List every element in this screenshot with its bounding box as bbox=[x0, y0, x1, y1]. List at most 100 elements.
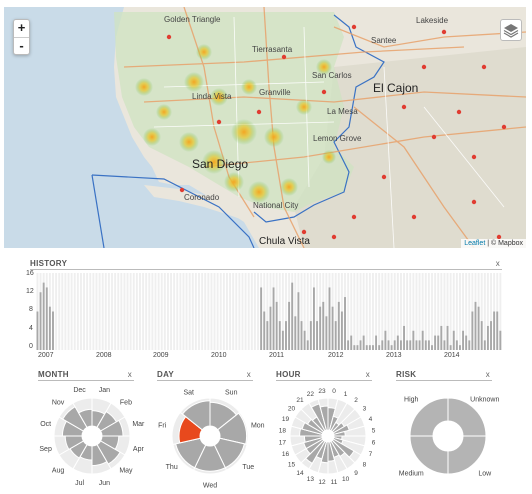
history-bar[interactable] bbox=[434, 335, 437, 350]
history-bar[interactable] bbox=[340, 311, 343, 351]
history-bar[interactable] bbox=[421, 330, 424, 350]
history-bar[interactable] bbox=[347, 340, 350, 350]
history-bar[interactable] bbox=[266, 321, 269, 350]
history-bar[interactable] bbox=[306, 340, 309, 350]
history-bar[interactable] bbox=[381, 340, 384, 350]
history-bar[interactable] bbox=[45, 287, 48, 350]
history-bar[interactable] bbox=[353, 345, 356, 350]
history-bar[interactable] bbox=[275, 301, 278, 350]
history-bar[interactable] bbox=[390, 345, 393, 350]
history-bar[interactable] bbox=[325, 316, 328, 350]
history-bar[interactable] bbox=[496, 311, 499, 351]
history-bar[interactable] bbox=[443, 340, 446, 350]
history-bar[interactable] bbox=[474, 301, 477, 350]
history-bar[interactable] bbox=[437, 335, 440, 350]
history-bar[interactable] bbox=[471, 311, 474, 351]
history-bar[interactable] bbox=[415, 340, 418, 350]
incident-map[interactable]: Golden Triangle Tierrasanta Santee Lakes… bbox=[4, 7, 526, 248]
history-bar[interactable] bbox=[459, 345, 461, 350]
hour-close-button[interactable]: x bbox=[366, 370, 370, 379]
history-bar[interactable] bbox=[52, 311, 54, 351]
history-bar[interactable] bbox=[272, 287, 275, 350]
history-bar[interactable] bbox=[431, 345, 433, 350]
history-bar[interactable] bbox=[278, 321, 281, 350]
history-bar[interactable] bbox=[316, 321, 319, 350]
history-bar[interactable] bbox=[322, 301, 325, 350]
history-bar[interactable] bbox=[297, 292, 300, 350]
history-bar[interactable] bbox=[362, 335, 365, 350]
map-canvas[interactable] bbox=[4, 7, 526, 248]
history-bar[interactable] bbox=[499, 330, 502, 350]
history-bar[interactable] bbox=[263, 311, 266, 351]
history-bar[interactable] bbox=[39, 292, 42, 350]
day-close-button[interactable]: x bbox=[247, 370, 251, 379]
history-bar[interactable] bbox=[334, 321, 337, 350]
history-bar[interactable] bbox=[350, 335, 353, 350]
history-bar[interactable] bbox=[412, 330, 415, 350]
history-bar[interactable] bbox=[48, 306, 51, 350]
history-bar[interactable] bbox=[291, 282, 294, 350]
history-bar[interactable] bbox=[337, 301, 340, 350]
history-bar[interactable] bbox=[406, 340, 409, 350]
history-bar[interactable] bbox=[424, 340, 427, 350]
history-bar[interactable] bbox=[359, 340, 362, 350]
history-bar[interactable] bbox=[480, 321, 483, 350]
history-bar[interactable] bbox=[483, 340, 486, 350]
zoom-in-button[interactable]: + bbox=[14, 20, 29, 37]
month-radial-chart[interactable]: Jan Feb Mar Apr May Jun Jul Aug Sep Oct Nov Dec bbox=[32, 384, 152, 490]
history-bar[interactable] bbox=[462, 330, 465, 350]
history-bar[interactable] bbox=[446, 325, 449, 350]
history-bar[interactable] bbox=[269, 306, 272, 350]
history-bar[interactable] bbox=[36, 311, 39, 351]
history-bar[interactable] bbox=[468, 340, 471, 350]
history-bar[interactable] bbox=[449, 345, 452, 350]
history-bar[interactable] bbox=[260, 287, 263, 350]
radial-sector[interactable] bbox=[447, 435, 487, 475]
history-bar[interactable] bbox=[399, 340, 402, 350]
hour-radial-chart[interactable]: 0 12345678910111213141516171819202122 23 bbox=[268, 384, 388, 490]
history-bar[interactable] bbox=[387, 340, 390, 350]
history-bar[interactable] bbox=[490, 321, 492, 350]
history-bar[interactable] bbox=[465, 335, 468, 350]
history-bar[interactable] bbox=[477, 306, 480, 350]
history-bar[interactable] bbox=[368, 345, 371, 350]
history-bar[interactable] bbox=[418, 340, 421, 350]
history-bar[interactable] bbox=[303, 330, 306, 350]
history-bar[interactable] bbox=[378, 345, 381, 350]
zoom-out-button[interactable]: - bbox=[14, 37, 29, 54]
history-bar[interactable] bbox=[344, 297, 346, 350]
history-close-button[interactable]: x bbox=[496, 259, 500, 268]
history-bar[interactable] bbox=[300, 321, 303, 350]
radial-sector[interactable] bbox=[409, 435, 449, 475]
day-radial-chart[interactable]: Sun Mon Tue Wed Thu Fri Sat bbox=[150, 384, 270, 490]
risk-radial-chart[interactable]: Unknown Low Medium High bbox=[388, 384, 508, 490]
history-bar[interactable] bbox=[356, 345, 359, 350]
history-bar[interactable] bbox=[281, 330, 284, 350]
history-bar[interactable] bbox=[294, 316, 297, 350]
history-bar[interactable] bbox=[331, 306, 334, 350]
history-bar[interactable] bbox=[452, 330, 455, 350]
month-close-button[interactable]: x bbox=[128, 370, 132, 379]
history-bar[interactable] bbox=[285, 321, 287, 350]
history-bar[interactable] bbox=[427, 340, 430, 350]
history-bar[interactable] bbox=[372, 345, 374, 350]
history-bar[interactable] bbox=[396, 335, 399, 350]
history-bar[interactable] bbox=[375, 335, 378, 350]
history-bar[interactable] bbox=[288, 301, 291, 350]
history-bar[interactable] bbox=[312, 287, 315, 350]
risk-close-button[interactable]: x bbox=[486, 370, 490, 379]
history-bar[interactable] bbox=[365, 345, 368, 350]
layers-button[interactable] bbox=[500, 19, 522, 41]
history-bar[interactable] bbox=[393, 340, 396, 350]
history-bar[interactable] bbox=[493, 311, 496, 351]
history-bar-chart[interactable] bbox=[36, 273, 502, 350]
history-bar[interactable] bbox=[384, 330, 387, 350]
history-bar[interactable] bbox=[409, 340, 412, 350]
history-bar[interactable] bbox=[440, 325, 443, 350]
history-bar[interactable] bbox=[403, 325, 405, 350]
history-bar[interactable] bbox=[455, 340, 458, 350]
history-bar[interactable] bbox=[42, 282, 45, 350]
history-bar[interactable] bbox=[328, 287, 331, 350]
history-bar[interactable] bbox=[319, 306, 322, 350]
history-bar[interactable] bbox=[309, 321, 312, 350]
